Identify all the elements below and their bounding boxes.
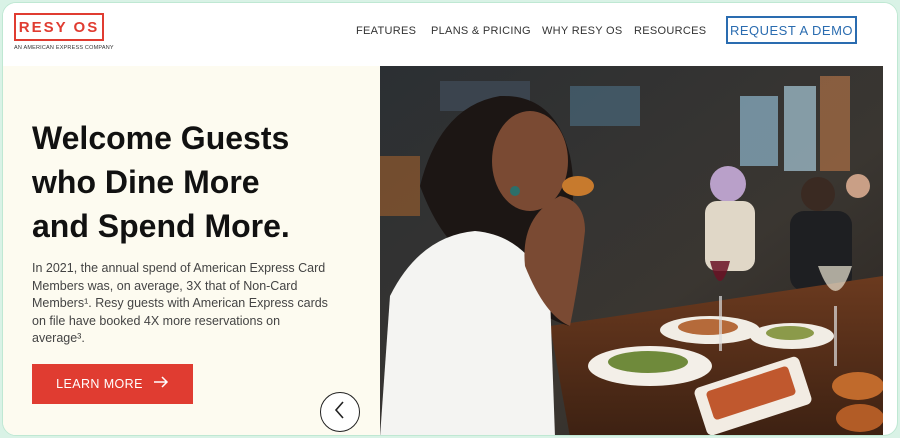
learn-more-label: LEARN MORE: [56, 377, 143, 391]
hero-photo: [380, 66, 883, 435]
resy-os-logo[interactable]: RESY OS: [14, 13, 104, 41]
headline-line-1: Welcome Guests: [32, 120, 290, 156]
hero-text-panel: Welcome Guests who Dine More and Spend M…: [3, 66, 380, 435]
nav-features[interactable]: FEATURES: [356, 25, 416, 37]
site-header: RESY OS AN AMERICAN EXPRESS COMPANY FEAT…: [3, 3, 897, 61]
hero-headline: Welcome Guests who Dine More and Spend M…: [32, 116, 362, 248]
logo-tagline: AN AMERICAN EXPRESS COMPANY: [14, 45, 114, 51]
headline-line-2: who Dine More: [32, 164, 260, 200]
learn-more-button[interactable]: LEARN MORE: [32, 364, 193, 404]
logo-text: RESY OS: [18, 18, 100, 36]
carousel-prev-button[interactable]: [320, 392, 360, 432]
headline-line-3: and Spend More.: [32, 208, 290, 244]
nav-resources[interactable]: RESOURCES: [634, 25, 706, 37]
arrow-right-icon: [153, 376, 169, 392]
chevron-left-icon: [333, 400, 347, 425]
page-frame: RESY OS AN AMERICAN EXPRESS COMPANY FEAT…: [2, 2, 898, 436]
request-demo-button[interactable]: REQUEST A DEMO: [726, 16, 857, 44]
nav-plans-pricing[interactable]: PLANS & PRICING: [431, 25, 531, 37]
hero-body-copy: In 2021, the annual spend of American Ex…: [32, 261, 328, 346]
nav-why-resy-os[interactable]: WHY RESY OS: [542, 25, 623, 37]
